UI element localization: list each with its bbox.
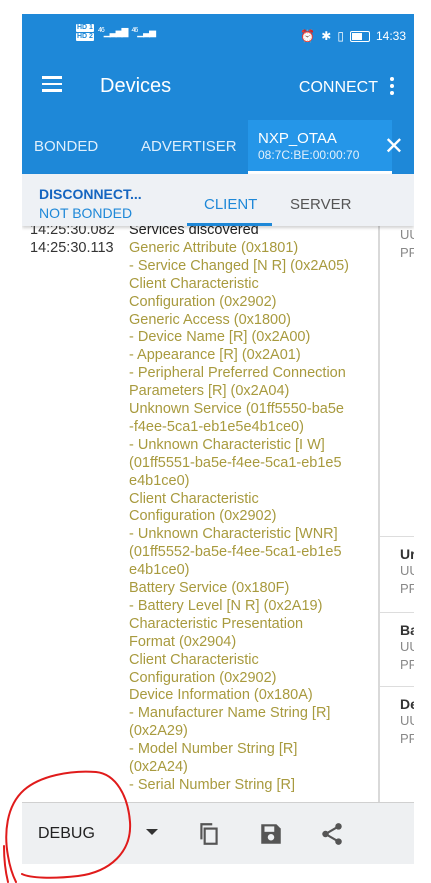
log-timestamp: 14:25:30.113 — [30, 239, 114, 256]
save-icon[interactable] — [258, 821, 284, 847]
service-card-line: PR — [400, 657, 414, 672]
log-line: - Appearance [R] (0x2A01) — [129, 347, 301, 364]
log-line: (0x2A29) — [129, 723, 188, 740]
log-line: Parameters [R] (0x2A04) — [129, 383, 290, 400]
service-card-title: Ur — [400, 546, 414, 562]
service-card-title: Ba — [400, 622, 414, 638]
service-card-line: PR — [400, 731, 414, 746]
log-line: Generic Access (0x1800) — [129, 311, 291, 328]
log-line: Device Information (0x180A) — [129, 687, 313, 704]
log-line: (0x2A24) — [129, 759, 188, 775]
log-line: Configuration (0x2902) — [129, 293, 277, 310]
log-level-select[interactable]: DEBUG — [38, 825, 95, 843]
bond-state: NOT BONDED — [39, 205, 133, 221]
log-line: - Manufacturer Name String [R] — [129, 705, 331, 722]
log-line: Battery Service (0x180F) — [129, 580, 290, 596]
service-card-line: UU — [400, 563, 414, 578]
log-line: - Serial Number String [R] — [129, 776, 295, 793]
status-bar: HD 1 HD 2 46▁▃▅▇ 46▁▃▅ ⏰ ✱ ▯ 14:33 — [22, 14, 414, 58]
clock: 14:33 — [375, 29, 406, 43]
service-card-divider — [380, 536, 414, 537]
log-line: (01ff5552-ba5e-f4ee-5ca1-eb1e5 — [129, 544, 342, 561]
alarm-icon: ⏰ — [300, 29, 316, 43]
tab-server[interactable]: SERVER — [290, 196, 351, 213]
tab-device-name: NXP_OTAA — [258, 130, 337, 147]
tab-device-address: 08:7C:BE:00:00:70 — [258, 148, 360, 162]
bottom-toolbar: DEBUG — [22, 802, 414, 864]
network-indicators: HD 1 HD 2 46▁▃▅▇ 46▁▃▅ — [76, 24, 156, 41]
connect-button[interactable]: CONNECT — [299, 79, 378, 97]
dropdown-caret-icon[interactable] — [146, 829, 158, 835]
share-icon[interactable] — [319, 821, 345, 847]
log-view[interactable]: 14:25:30.082 Services discovered 14:25:30.… — [22, 220, 378, 796]
vibrate-icon: ▯ — [337, 29, 344, 43]
services-panel[interactable]: UUPRUrUUPRBaUUPRDeUUPR — [378, 226, 414, 802]
service-card-divider — [380, 612, 414, 613]
log-line: Generic Attribute (0x1801) — [129, 239, 299, 256]
log-line: e4b1ce0) — [129, 472, 190, 489]
log-line: Client Characteristic — [129, 490, 259, 507]
log-line: - Unknown Characteristic [WNR] — [129, 526, 338, 543]
log-line: Configuration (0x2902) — [129, 508, 277, 525]
tab-bonded[interactable]: BONDED — [34, 138, 98, 155]
log-line: Unknown Service (01ff5550-ba5e — [129, 401, 344, 417]
tab-advertiser[interactable]: ADVERTISER — [141, 138, 237, 155]
bluetooth-icon: ✱ — [321, 29, 332, 43]
battery-icon — [349, 30, 370, 42]
service-card[interactable]: UrUU PR — [380, 546, 414, 598]
close-icon[interactable]: ✕ — [384, 132, 404, 161]
signal-icon-2: 46▁▃▅ — [131, 27, 156, 37]
phone-screen: HD 1 HD 2 46▁▃▅▇ 46▁▃▅ ⏰ ✱ ▯ 14:33 Devic… — [22, 14, 414, 864]
service-card-line: PR — [400, 581, 414, 596]
client-tab-indicator — [187, 223, 272, 226]
app-bar: Devices CONNECT — [22, 58, 414, 120]
service-card-title: De — [400, 696, 414, 712]
status-right: ⏰ ✱ ▯ 14:33 — [300, 29, 406, 43]
hd2-badge: HD 2 — [76, 33, 94, 41]
disconnect-button[interactable]: DISCONNECT... — [39, 186, 142, 202]
tab-device[interactable]: NXP_OTAA 08:7C:BE:00:00:70 — [248, 120, 392, 174]
service-card-line: UU — [400, 227, 414, 242]
page-title: Devices — [100, 75, 172, 97]
log-line: - Unknown Characteristic [I W] — [129, 436, 325, 453]
service-card[interactable]: BaUU PR — [380, 622, 414, 674]
tab-client[interactable]: CLIENT — [204, 196, 257, 213]
log-line: Client Characteristic — [129, 275, 259, 292]
log-line: -f4ee-5ca1-eb1e5e4b1ce0) — [129, 418, 304, 435]
log-line: - Service Changed [N R] (0x2A05) — [129, 257, 350, 274]
connection-header: DISCONNECT... NOT BONDED CLIENT SERVER — [22, 174, 414, 226]
copy-icon[interactable] — [196, 821, 222, 847]
service-card[interactable]: DeUU PR — [380, 696, 414, 748]
log-line: - Peripheral Preferred Connection — [129, 365, 346, 382]
hd-icon: HD 1 HD 2 — [76, 24, 94, 41]
hd1-badge: HD 1 — [76, 24, 94, 32]
log-line: - Model Number String [R] — [129, 741, 298, 758]
log-line: (01ff5551-ba5e-f4ee-5ca1-eb1e5 — [129, 454, 342, 471]
log-line: Configuration (0x2902) — [129, 669, 277, 686]
log-line: - Device Name [R] (0x2A00) — [129, 329, 311, 346]
log-line: Characteristic Presentation — [129, 615, 304, 632]
signal-icon: 46▁▃▅▇ — [97, 27, 129, 37]
service-card-line: UU — [400, 713, 414, 728]
log-line: e4b1ce0) — [129, 562, 190, 579]
log-line: Format (0x2904) — [129, 633, 237, 650]
more-vert-icon[interactable] — [390, 77, 394, 98]
log-line: - Battery Level [N R] (0x2A19) — [129, 597, 323, 614]
service-card[interactable]: UU PR — [380, 226, 414, 262]
service-card-line: PR — [400, 245, 414, 260]
menu-icon[interactable] — [42, 76, 62, 92]
log-line: Client Characteristic — [129, 651, 259, 668]
device-tabs: BONDED ADVERTISER NXP_OTAA 08:7C:BE:00:0… — [22, 120, 414, 174]
service-card-line: UU — [400, 639, 414, 654]
service-card-divider — [380, 686, 414, 687]
log-line: (0x2A25) — [129, 795, 188, 796]
